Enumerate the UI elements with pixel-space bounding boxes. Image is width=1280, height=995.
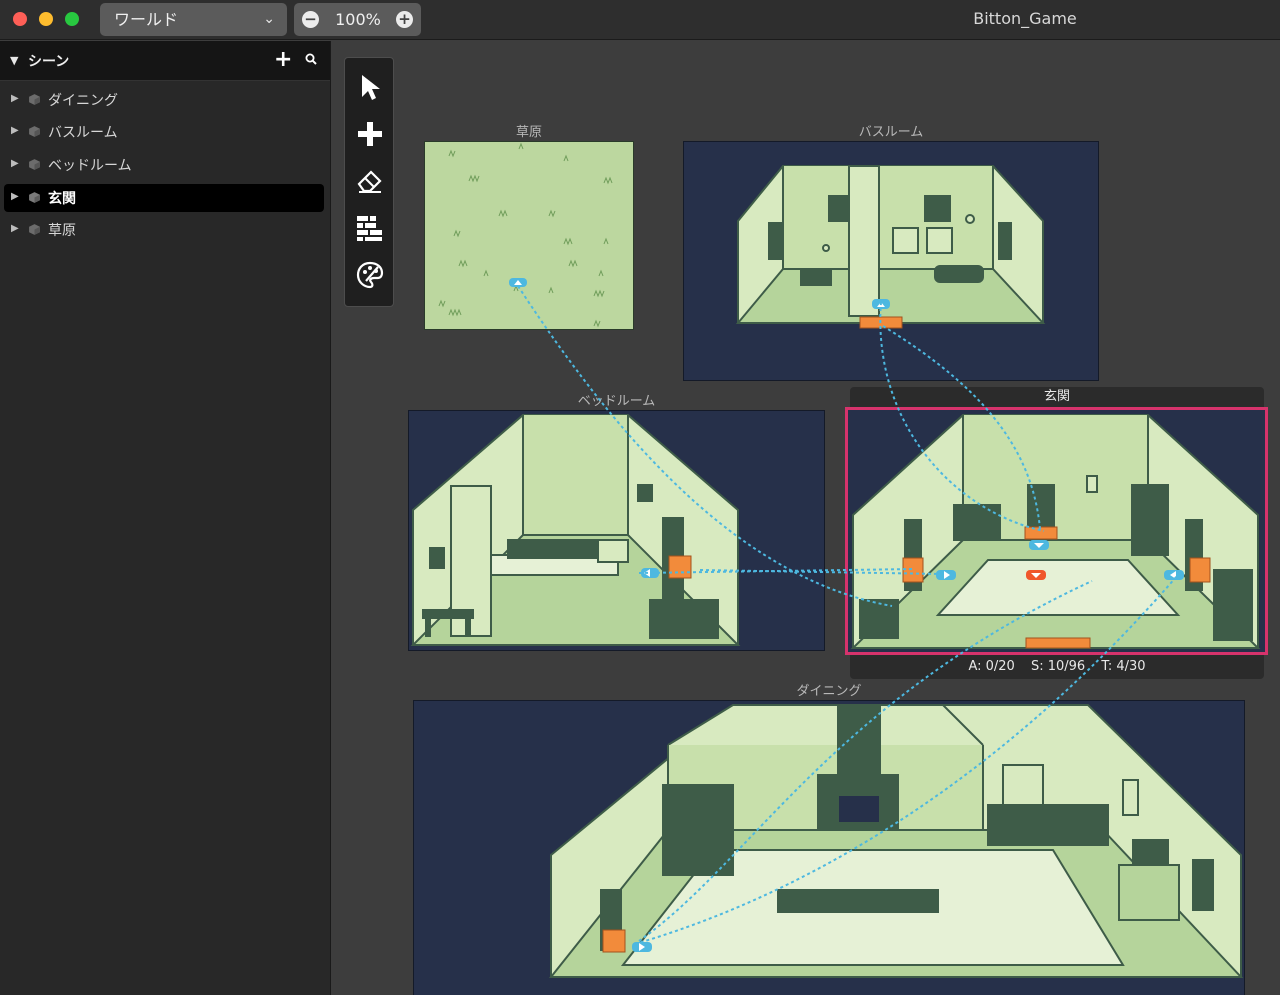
world-canvas[interactable]: 草原 バスルーム ベッドルーム 玄関 A: 0/20 S: 10/96 T: 4… xyxy=(332,41,1280,995)
exit-door-marker xyxy=(859,316,903,329)
select-tool[interactable] xyxy=(350,67,390,107)
scene-bathroom[interactable] xyxy=(683,141,1099,381)
scene-label-entrance: 玄関 xyxy=(850,387,1264,407)
selected-scene-outline xyxy=(845,407,1268,655)
add-tool[interactable] xyxy=(350,114,390,154)
tool-palette xyxy=(344,57,394,307)
scene-sidebar: ▼ シーン + ▶ ダイニング ▶ バスルーム ▶ ベッドルーム ▶ 玄関 ▶ … xyxy=(0,41,331,995)
zoom-control: − 100% + xyxy=(294,3,421,36)
add-icon xyxy=(358,122,382,146)
scene-item-grassland[interactable]: ▶ 草原 xyxy=(4,216,324,244)
zoom-in-button[interactable]: + xyxy=(396,11,413,28)
disclosure-icon[interactable]: ▶ xyxy=(11,223,19,234)
sprites-count: S: 10/96 xyxy=(1030,659,1086,674)
pointer-icon xyxy=(362,75,380,100)
scene-label-bathroom: バスルーム xyxy=(858,125,924,140)
scene-bedroom[interactable] xyxy=(408,410,825,651)
scene-item-label: 草原 xyxy=(48,223,76,239)
zoom-value: 100% xyxy=(335,10,381,29)
exit-door-marker xyxy=(668,555,692,579)
scene-item-dining[interactable]: ▶ ダイニング xyxy=(4,86,324,114)
cube-icon xyxy=(29,159,40,170)
cube-icon xyxy=(29,224,40,235)
disclosure-icon[interactable]: ▶ xyxy=(11,158,19,169)
scene-list-title: シーン xyxy=(28,54,70,70)
scene-item-label: 玄関 xyxy=(48,191,76,207)
cube-icon xyxy=(29,192,40,203)
close-window-button[interactable] xyxy=(13,12,27,26)
search-icon[interactable] xyxy=(305,53,317,65)
scene-label-bedroom: ベッドルーム xyxy=(577,394,656,409)
zoom-out-button[interactable]: − xyxy=(302,11,319,28)
minimize-window-button[interactable] xyxy=(39,12,53,26)
scene-stats: A: 0/20 S: 10/96 T: 4/30 xyxy=(850,655,1264,679)
world-select[interactable]: ワールド ⌄ xyxy=(100,3,287,36)
collision-tool[interactable] xyxy=(350,208,390,248)
scene-list-header: ▼ シーン + xyxy=(0,41,330,81)
scene-item-entrance[interactable]: ▶ 玄関 xyxy=(4,184,324,212)
app-window: ワールド ⌄ − 100% + Bitton_Game ▼ シーン + ▶ ダイ… xyxy=(0,0,1280,995)
palette-tool[interactable] xyxy=(350,255,390,295)
scene-item-label: バスルーム xyxy=(48,125,118,141)
scene-dining[interactable] xyxy=(413,700,1245,995)
scene-item-label: ベッドルーム xyxy=(48,158,132,174)
palette-icon xyxy=(356,261,384,289)
scene-label-dining: ダイニング xyxy=(796,684,862,699)
chevron-down-icon: ⌄ xyxy=(263,11,275,27)
cube-icon xyxy=(29,126,40,137)
triggers-count: T: 4/30 xyxy=(1101,659,1146,674)
title-bar: ワールド ⌄ − 100% + Bitton_Game xyxy=(0,0,1280,40)
zoom-window-button[interactable] xyxy=(65,12,79,26)
world-select-label: ワールド xyxy=(114,10,179,29)
add-scene-button[interactable]: + xyxy=(274,47,292,72)
disclosure-icon[interactable]: ▶ xyxy=(11,125,19,136)
scene-grassland[interactable] xyxy=(424,141,634,330)
disclosure-icon[interactable]: ▶ xyxy=(11,191,19,202)
disclosure-open-icon[interactable]: ▼ xyxy=(10,54,18,67)
scene-item-label: ダイニング xyxy=(48,93,118,109)
scene-label-grassland: 草原 xyxy=(515,125,542,140)
disclosure-icon[interactable]: ▶ xyxy=(11,93,19,104)
eraser-tool[interactable] xyxy=(350,161,390,201)
window-title: Bitton_Game xyxy=(973,9,1077,28)
eraser-icon xyxy=(357,170,382,193)
actors-count: A: 0/20 xyxy=(968,659,1015,674)
scene-item-bedroom[interactable]: ▶ ベッドルーム xyxy=(4,151,324,179)
wall-icon xyxy=(357,216,382,241)
scene-item-bathroom[interactable]: ▶ バスルーム xyxy=(4,118,324,146)
cube-icon xyxy=(29,94,40,105)
exit-door-marker xyxy=(602,929,626,953)
